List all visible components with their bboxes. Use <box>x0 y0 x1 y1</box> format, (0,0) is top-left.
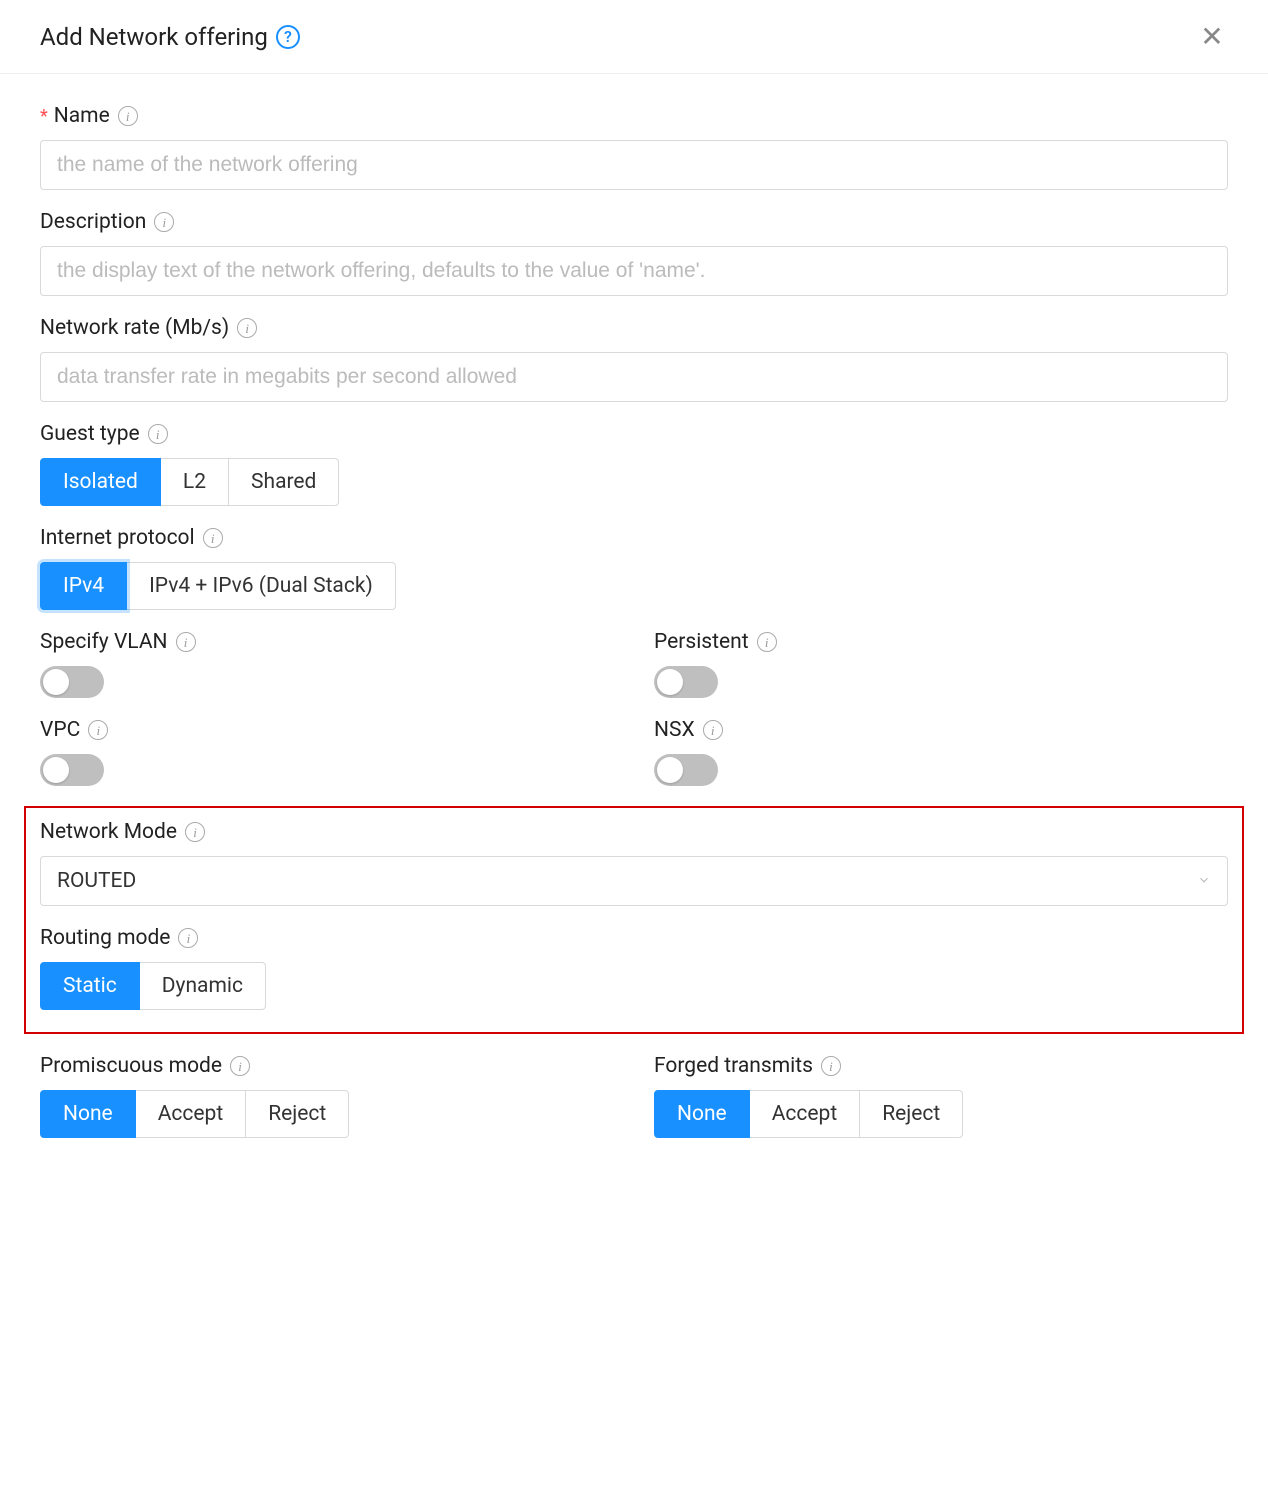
info-icon[interactable]: i <box>118 106 138 126</box>
network-rate-input[interactable] <box>40 352 1228 402</box>
forged-transmits-group: None Accept Reject <box>654 1090 1228 1138</box>
label-guest-type-row: Guest type i <box>40 422 1228 446</box>
specify-vlan-switch[interactable] <box>40 666 104 698</box>
guest-type-l2[interactable]: L2 <box>160 458 229 506</box>
promiscuous-none[interactable]: None <box>40 1090 136 1138</box>
label-specify-vlan-row: Specify VLAN i <box>40 630 614 654</box>
field-forged-transmits: Forged transmits i None Accept Reject <box>654 1054 1228 1138</box>
network-mode-value: ROUTED <box>57 869 136 893</box>
field-network-rate: Network rate (Mb/s) i <box>40 316 1228 402</box>
row-vpc-nsx: VPC i NSX i <box>40 718 1228 806</box>
forged-accept[interactable]: Accept <box>749 1090 860 1138</box>
label-internet-protocol-row: Internet protocol i <box>40 526 1228 550</box>
description-input[interactable] <box>40 246 1228 296</box>
label-nsx-row: NSX i <box>654 718 1228 742</box>
routing-mode-dynamic[interactable]: Dynamic <box>139 962 266 1010</box>
info-icon[interactable]: i <box>203 528 223 548</box>
label-routing-mode: Routing mode <box>40 926 170 950</box>
label-specify-vlan: Specify VLAN <box>40 630 168 654</box>
field-internet-protocol: Internet protocol i IPv4 IPv4 + IPv6 (Du… <box>40 526 1228 610</box>
guest-type-group: Isolated L2 Shared <box>40 458 1228 506</box>
modal-title-row: Add Network offering ? <box>40 23 300 51</box>
field-vpc: VPC i <box>40 718 614 786</box>
label-name: Name <box>54 104 110 128</box>
label-network-rate: Network rate (Mb/s) <box>40 316 229 340</box>
info-icon[interactable]: i <box>88 720 108 740</box>
required-star: * <box>40 106 48 127</box>
field-description: Description i <box>40 210 1228 296</box>
label-promiscuous-row: Promiscuous mode i <box>40 1054 614 1078</box>
field-promiscuous-mode: Promiscuous mode i None Accept Reject <box>40 1054 614 1138</box>
modal-header: Add Network offering ? ✕ <box>0 0 1268 74</box>
info-icon[interactable]: i <box>185 822 205 842</box>
label-network-rate-row: Network rate (Mb/s) i <box>40 316 1228 340</box>
info-icon[interactable]: i <box>821 1056 841 1076</box>
info-icon[interactable]: i <box>757 632 777 652</box>
label-promiscuous: Promiscuous mode <box>40 1054 222 1078</box>
promiscuous-reject[interactable]: Reject <box>245 1090 349 1138</box>
label-routing-mode-row: Routing mode i <box>40 926 1228 950</box>
info-icon[interactable]: i <box>703 720 723 740</box>
field-persistent: Persistent i <box>654 630 1228 698</box>
nsx-switch[interactable] <box>654 754 718 786</box>
label-persistent-row: Persistent i <box>654 630 1228 654</box>
info-icon[interactable]: i <box>148 424 168 444</box>
network-mode-select[interactable]: ROUTED <box>40 856 1228 906</box>
label-guest-type: Guest type <box>40 422 140 446</box>
label-network-mode-row: Network Mode i <box>40 820 1228 844</box>
promiscuous-mode-group: None Accept Reject <box>40 1090 614 1138</box>
add-network-offering-modal: Add Network offering ? ✕ * Name i Descri… <box>0 0 1268 1198</box>
label-network-mode: Network Mode <box>40 820 177 844</box>
label-description-row: Description i <box>40 210 1228 234</box>
label-description: Description <box>40 210 146 234</box>
internet-protocol-group: IPv4 IPv4 + IPv6 (Dual Stack) <box>40 562 1228 610</box>
internet-protocol-ipv4[interactable]: IPv4 <box>40 562 127 610</box>
label-nsx: NSX <box>654 718 695 742</box>
label-persistent: Persistent <box>654 630 749 654</box>
field-name: * Name i <box>40 104 1228 190</box>
field-network-mode: Network Mode i ROUTED <box>40 820 1228 906</box>
routing-mode-static[interactable]: Static <box>40 962 140 1010</box>
forged-reject[interactable]: Reject <box>859 1090 963 1138</box>
info-icon[interactable]: i <box>230 1056 250 1076</box>
guest-type-isolated[interactable]: Isolated <box>40 458 161 506</box>
guest-type-shared[interactable]: Shared <box>228 458 339 506</box>
help-icon[interactable]: ? <box>276 25 300 49</box>
highlight-network-routing: Network Mode i ROUTED Routing mode i Sta <box>24 806 1244 1034</box>
label-vpc-row: VPC i <box>40 718 614 742</box>
forged-none[interactable]: None <box>654 1090 750 1138</box>
persistent-switch[interactable] <box>654 666 718 698</box>
vpc-switch[interactable] <box>40 754 104 786</box>
internet-protocol-dual[interactable]: IPv4 + IPv6 (Dual Stack) <box>126 562 396 610</box>
close-icon[interactable]: ✕ <box>1196 20 1228 53</box>
field-guest-type: Guest type i Isolated L2 Shared <box>40 422 1228 506</box>
label-name-row: * Name i <box>40 104 1228 128</box>
promiscuous-accept[interactable]: Accept <box>135 1090 246 1138</box>
field-routing-mode: Routing mode i Static Dynamic <box>40 926 1228 1010</box>
label-vpc: VPC <box>40 718 80 742</box>
label-internet-protocol: Internet protocol <box>40 526 195 550</box>
row-vlan-persistent: Specify VLAN i Persistent i <box>40 630 1228 718</box>
modal-body: * Name i Description i Network rate (Mb/… <box>0 74 1268 1198</box>
info-icon[interactable]: i <box>178 928 198 948</box>
label-forged: Forged transmits <box>654 1054 813 1078</box>
info-icon[interactable]: i <box>176 632 196 652</box>
field-specify-vlan: Specify VLAN i <box>40 630 614 698</box>
name-input[interactable] <box>40 140 1228 190</box>
routing-mode-group: Static Dynamic <box>40 962 1228 1010</box>
chevron-down-icon <box>1197 872 1211 891</box>
info-icon[interactable]: i <box>154 212 174 232</box>
info-icon[interactable]: i <box>237 318 257 338</box>
label-forged-row: Forged transmits i <box>654 1054 1228 1078</box>
modal-title: Add Network offering <box>40 23 268 51</box>
field-nsx: NSX i <box>654 718 1228 786</box>
row-promiscuous-forged: Promiscuous mode i None Accept Reject Fo… <box>40 1054 1228 1158</box>
